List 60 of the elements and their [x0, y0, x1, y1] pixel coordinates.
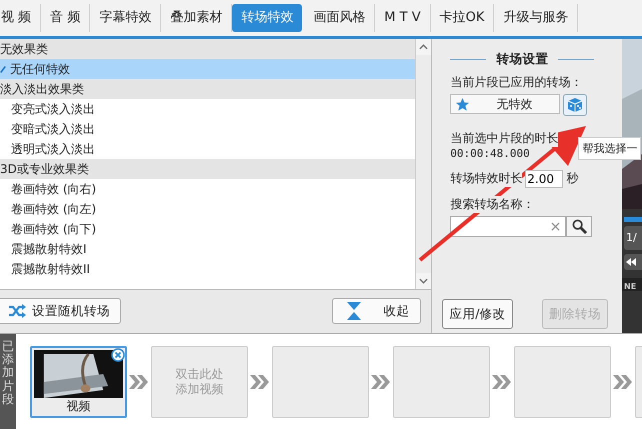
list-item[interactable]: 透明式淡入淡出 [0, 139, 416, 159]
remove-button[interactable] [111, 348, 125, 362]
label: 当前选中片段的时长 [450, 130, 558, 147]
list-item[interactable]: 卷画特效 (向下) [0, 219, 416, 239]
clear-icon[interactable]: × [550, 218, 562, 234]
tab[interactable]: 音 频 [41, 4, 90, 32]
tab[interactable]: M T V [375, 4, 431, 32]
search-icon [572, 219, 587, 234]
logo: NE [622, 278, 642, 291]
list-item[interactable]: 变暗式淡入淡出 [0, 119, 416, 139]
scrollbar[interactable] [415, 39, 432, 289]
chevron-icon [250, 375, 270, 389]
video-clip[interactable]: 视频 [30, 346, 127, 418]
category-header: 无效果类 [0, 39, 416, 59]
hourglass-icon [347, 302, 362, 320]
scroll-down-button[interactable] [416, 273, 432, 289]
dice-icon [567, 97, 584, 113]
chevron-down-icon [419, 278, 428, 284]
rewind-button[interactable] [624, 254, 642, 270]
duration-input[interactable]: 2.00 [525, 170, 564, 188]
random-transition-button[interactable]: 设置随机转场 [0, 298, 121, 324]
tab[interactable]: 卡拉OK [430, 4, 494, 32]
list-item[interactable]: 变亮式淡入淡出 [0, 99, 416, 119]
page-button[interactable]: 1/ [624, 226, 642, 250]
section-title: 转场设置 [496, 51, 548, 68]
search-field[interactable]: × [450, 216, 566, 237]
list-item[interactable]: 震撼散射特效I [0, 239, 416, 259]
label: 转场特效时长 [450, 170, 522, 187]
list-item[interactable]: 震撼散射特效II [0, 259, 416, 279]
star-icon [456, 98, 470, 110]
tab[interactable]: 升级与服务 [494, 4, 578, 32]
tab[interactable]: 转场特效 [232, 4, 302, 32]
hint-text: 双击此处添加视频 [176, 367, 224, 397]
tooltip: 帮我选择一 [578, 137, 642, 160]
tab[interactable]: 画面风格 [304, 4, 376, 32]
shuffle-icon [8, 304, 26, 318]
duration-value: 00:00:48.000 [450, 147, 530, 160]
chevron-icon [129, 375, 149, 389]
check-icon [0, 64, 6, 74]
chevron-icon [371, 375, 391, 389]
side-label: 已添加片段 [0, 334, 16, 429]
category-header: 淡入淡出效果类 [0, 79, 416, 99]
list-item[interactable]: 卷画特效 (向右) [0, 179, 416, 199]
dice-button[interactable] [563, 94, 588, 116]
tab[interactable]: 字幕特效 [90, 4, 162, 32]
tab[interactable]: 视 频 [0, 4, 42, 32]
collapse-button[interactable]: 收起 [332, 298, 422, 324]
clip-label: 视频 [66, 398, 90, 414]
list-item[interactable]: 卷画特效 (向左) [0, 199, 416, 219]
chevron-icon [613, 375, 633, 389]
unit-label: 秒 [566, 170, 578, 187]
chevron-up-icon [419, 44, 428, 50]
rewind-icon [626, 258, 636, 266]
list-item[interactable]: 无任何特效 [0, 59, 416, 79]
search-button[interactable] [566, 216, 592, 237]
applied-transition-field: 无特效 [450, 94, 560, 114]
category-header: 3D或专业效果类 [0, 159, 416, 179]
apply-button[interactable]: 应用/修改 [442, 299, 513, 329]
scroll-up-button[interactable] [416, 39, 432, 55]
chevron-icon [492, 375, 512, 389]
